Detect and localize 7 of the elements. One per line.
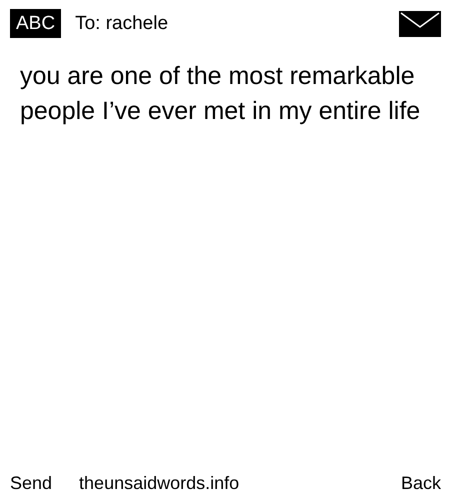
send-softkey[interactable]: Send (10, 472, 52, 494)
back-softkey[interactable]: Back (400, 472, 441, 494)
site-label: theunsaidwords.info (79, 472, 240, 494)
recipient-label: To: rachele (75, 12, 170, 34)
envelope-icon (399, 10, 441, 36)
message-text: you are one of the most remarkable people I’ve ever met in my entire life (19, 61, 422, 127)
input-mode-label: ABC (10, 9, 62, 38)
